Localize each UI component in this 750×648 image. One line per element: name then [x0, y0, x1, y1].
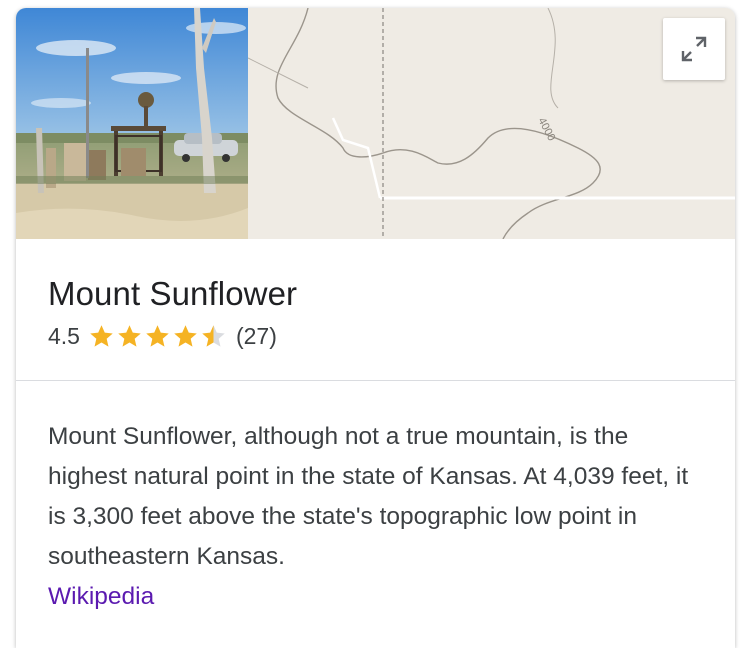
star-icon: [146, 325, 169, 347]
rating-row: 4.5 (27): [48, 323, 277, 350]
description-text: Mount Sunflower, although not a true mou…: [48, 423, 689, 570]
location-map[interactable]: 4000: [248, 8, 735, 239]
place-title: Mount Sunflower: [48, 275, 298, 312]
media-strip: 4000: [16, 8, 735, 239]
star-icon: [174, 325, 197, 347]
review-count-link[interactable]: (27): [236, 323, 277, 350]
wikipedia-link[interactable]: Wikipedia: [48, 577, 708, 617]
knowledge-panel-card: 4000 Mount Sunflower 4.5 (27) Mount Sunf…: [16, 8, 735, 648]
star-rating[interactable]: [88, 323, 228, 350]
expand-map-button[interactable]: [663, 18, 725, 80]
place-photo[interactable]: [16, 8, 248, 239]
rating-value: 4.5: [48, 323, 80, 349]
star-icon: [202, 325, 225, 347]
expand-icon: [677, 32, 711, 66]
star-icon: [90, 325, 113, 347]
star-icon: [118, 325, 141, 347]
title-section: Mount Sunflower 4.5 (27): [16, 239, 735, 381]
description: Mount Sunflower, although not a true mou…: [48, 417, 708, 617]
